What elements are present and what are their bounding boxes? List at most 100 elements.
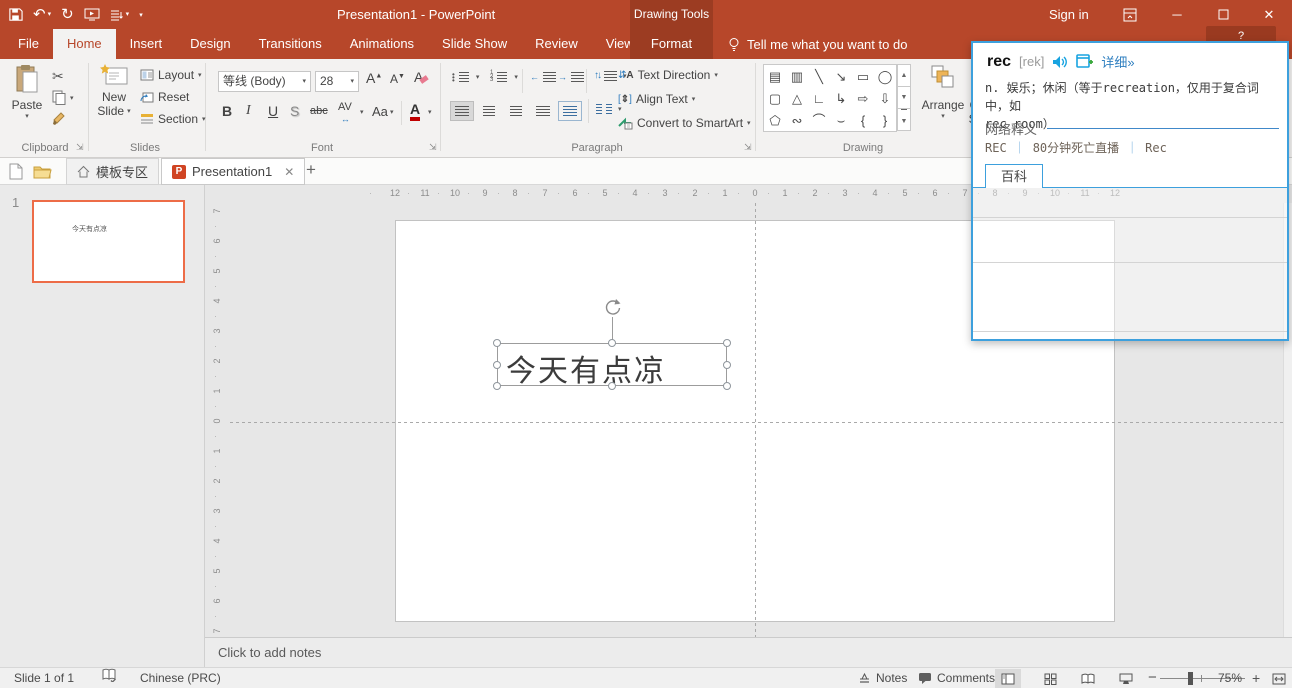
paragraph-dialog-launcher-icon[interactable]: ⇲ — [744, 142, 752, 153]
justify-button[interactable] — [531, 101, 555, 121]
add-to-wordbook-icon[interactable] — [1076, 54, 1093, 69]
change-case-dropdown[interactable]: ▾ — [390, 108, 394, 116]
tab-transitions[interactable]: Transitions — [245, 29, 336, 59]
shape-right-arrow-icon[interactable]: ⇨ — [858, 92, 869, 105]
shape-curve-icon[interactable]: ⌣ — [837, 114, 846, 127]
tab-review[interactable]: Review — [521, 29, 592, 59]
maximize-button[interactable] — [1206, 0, 1240, 29]
shape-arc-icon[interactable]: ⌒ — [812, 114, 825, 127]
shape-elbow-connector-icon[interactable]: ∟ — [813, 92, 826, 105]
minimize-button[interactable]: ─ — [1160, 0, 1194, 29]
clipboard-dialog-launcher-icon[interactable]: ⇲ — [76, 142, 84, 153]
rotate-handle-icon[interactable] — [603, 297, 623, 317]
selection-handle[interactable] — [493, 382, 501, 390]
tab-design[interactable]: Design — [176, 29, 244, 59]
shape-freeform-icon[interactable]: ⬠ — [769, 114, 780, 127]
selection-handle[interactable] — [493, 339, 501, 347]
copy-dropdown[interactable]: ▾ — [70, 94, 74, 102]
convert-to-smartart-button[interactable]: Convert to SmartArt▾ — [618, 116, 751, 130]
reading-view-button[interactable] — [1075, 669, 1101, 688]
align-text-button[interactable]: [⇕] Align Text▾ — [618, 92, 695, 106]
bullets-button[interactable]: •••▾ — [452, 72, 479, 82]
text-box-content[interactable]: 今天有点凉 — [506, 346, 666, 390]
spell-check-icon[interactable] — [102, 668, 117, 682]
tab-animations[interactable]: Animations — [336, 29, 428, 59]
bold-button[interactable]: B — [222, 103, 232, 119]
notes-toggle[interactable]: Notes — [858, 668, 907, 688]
slide-thumbnail[interactable]: 今天有点凉 — [32, 200, 185, 283]
shape-text-box-icon[interactable]: ▤ — [769, 70, 781, 83]
tab-slide-show[interactable]: Slide Show — [428, 29, 521, 59]
open-folder-icon[interactable] — [33, 164, 52, 179]
font-name-combo[interactable]: 等线 (Body)▾ — [218, 71, 311, 92]
font-color-dropdown[interactable]: ▾ — [428, 108, 432, 116]
font-dialog-launcher-icon[interactable]: ⇲ — [429, 142, 437, 153]
increase-indent-button[interactable]: → — [558, 72, 584, 82]
paste-button[interactable]: Paste ▾ — [8, 64, 46, 120]
increase-font-size-button[interactable]: A▲ — [366, 70, 382, 86]
shape-scribble-icon[interactable]: ∾ — [792, 114, 803, 127]
align-right-button[interactable] — [504, 101, 528, 121]
vertical-guide[interactable] — [755, 203, 756, 637]
vertical-ruler[interactable]: 7·6·5·4·3·2·1·0·1·2·3·4·5·6·7 — [205, 203, 230, 637]
undo-icon[interactable]: ↶▾ — [33, 0, 51, 29]
touch-mode-icon[interactable]: ▾ — [110, 0, 130, 29]
reset-button[interactable]: Reset — [140, 90, 189, 104]
selection-handle[interactable] — [493, 361, 501, 369]
language-indicator[interactable]: Chinese (PRC) — [140, 668, 221, 688]
decrease-font-size-button[interactable]: A▼ — [390, 72, 405, 86]
selection-handle[interactable] — [608, 339, 616, 347]
slide-show-button[interactable] — [1113, 669, 1139, 688]
clear-formatting-button[interactable]: A — [414, 69, 428, 85]
italic-button[interactable]: I — [246, 103, 251, 119]
close-button[interactable]: ✕ — [1252, 0, 1286, 29]
cut-icon[interactable]: ✂ — [52, 68, 64, 85]
tab-template-zone[interactable]: 模板专区 — [66, 158, 159, 185]
zoom-out-button[interactable]: − — [1148, 668, 1157, 688]
zoom-level[interactable]: 75% — [1218, 668, 1242, 688]
layout-button[interactable]: Layout▾ — [140, 68, 202, 82]
character-spacing-dropdown[interactable]: ▾ — [360, 108, 364, 116]
tab-presentation1[interactable]: P Presentation1 ✕ — [161, 158, 305, 185]
shape-vertical-text-box-icon[interactable]: ▥ — [791, 70, 803, 83]
selection-handle[interactable] — [723, 382, 731, 390]
change-case-button[interactable]: Aa — [372, 104, 388, 119]
decrease-indent-button[interactable]: ← — [530, 72, 556, 82]
strikethrough-button[interactable]: abc — [310, 105, 328, 117]
redo-icon[interactable]: ↻ — [61, 0, 74, 29]
shape-left-brace-icon[interactable]: { — [861, 114, 865, 127]
new-tab-button[interactable]: + — [306, 160, 316, 180]
new-slide-button[interactable]: New Slide▾ — [92, 64, 136, 118]
shape-rounded-rectangle-icon[interactable]: ▢ — [769, 92, 781, 105]
fit-to-window-button[interactable] — [1266, 669, 1292, 688]
comments-toggle[interactable]: Comments — [918, 668, 995, 688]
tab-insert[interactable]: Insert — [116, 29, 177, 59]
tell-me-box[interactable]: Tell me what you want to do — [728, 29, 907, 59]
tab-file[interactable]: File — [4, 29, 53, 59]
slide-sorter-view-button[interactable] — [1037, 669, 1063, 688]
shape-down-arrow-icon[interactable]: ⇩ — [880, 92, 891, 105]
slide-indicator[interactable]: Slide 1 of 1 — [14, 668, 74, 688]
tab-format[interactable]: Format — [630, 29, 713, 59]
shape-oval-icon[interactable]: ◯ — [878, 70, 893, 83]
shape-arrow-icon[interactable]: ↘ — [836, 70, 847, 83]
selection-handle[interactable] — [723, 339, 731, 347]
notes-pane[interactable]: Click to add notes — [205, 637, 1292, 667]
section-button[interactable]: Section▾ — [140, 112, 206, 126]
ribbon-display-options-icon[interactable] — [1113, 0, 1147, 29]
horizontal-guide[interactable] — [230, 422, 1283, 423]
start-slideshow-icon[interactable] — [84, 8, 100, 21]
selection-handle[interactable] — [608, 382, 616, 390]
format-painter-icon[interactable] — [52, 111, 67, 126]
shape-triangle-icon[interactable]: △ — [792, 92, 802, 105]
shape-right-brace-icon[interactable]: } — [883, 114, 887, 127]
font-size-combo[interactable]: 28▾ — [315, 71, 359, 92]
shape-line-icon[interactable]: ╲ — [815, 70, 823, 83]
zoom-in-button[interactable]: + — [1252, 668, 1260, 688]
align-left-button[interactable] — [450, 101, 474, 121]
align-center-button[interactable] — [477, 101, 501, 121]
detail-link[interactable]: 详细» — [1101, 52, 1134, 71]
zoom-slider-thumb[interactable] — [1188, 672, 1193, 685]
text-shadow-button[interactable]: S — [290, 103, 299, 119]
shape-rectangle-icon[interactable]: ▭ — [857, 70, 869, 83]
